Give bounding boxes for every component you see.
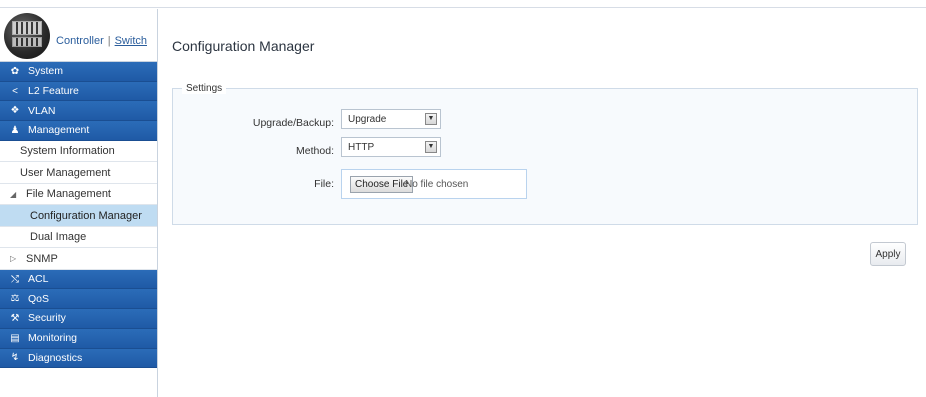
sidebar-item-label: System [28,65,64,78]
sidebar-subitem-label: SNMP [26,252,58,265]
qos-icon: ⚖ [10,293,20,305]
mode-switcher: Controller | Switch [56,35,147,47]
switch-ports-image-lower [12,37,42,47]
sidebar-item-label: Management [28,124,90,137]
switch-link[interactable]: Switch [115,35,147,47]
sidebar-item-monitoring[interactable]: ▤ Monitoring [0,328,157,349]
file-label: File: [314,178,334,190]
method-value: HTTP [348,141,375,153]
sidebar-item-label: QoS [28,292,50,305]
sidebar-subitem-label: System Information [20,145,115,157]
sidebar-subitem-snmp[interactable]: ▷ SNMP [0,248,157,270]
page-title: Configuration Manager [172,38,315,54]
sidebar-subitem-label: Dual Image [30,231,87,243]
sidebar-item-diagnostics[interactable]: ↯ Diagnostics [0,348,157,369]
top-divider [0,7,926,8]
sidebar-item-management[interactable]: ♟ Management [0,121,157,141]
choose-file-button[interactable]: Choose File [350,176,414,193]
chevron-down-icon[interactable]: ▼ [425,141,437,153]
switch-ports-image [12,21,42,35]
sidebar-subitem-user-management[interactable]: User Management [0,162,157,184]
sidebar-item-vlan[interactable]: ❖ VLAN [0,101,157,122]
diagnostics-icon: ↯ [10,352,20,364]
sidebar: Controller | Switch ✿ System < L2 Feature … [0,9,158,397]
sidebar-item-security[interactable]: ⚒ Security [0,309,157,329]
sidebar-item-label: Diagnostics [28,351,83,364]
controller-link[interactable]: Controller [56,35,104,47]
sidebar-item-system[interactable]: ✿ System [0,62,157,82]
upgrade-backup-label: Upgrade/Backup: [252,117,334,129]
share-icon: < [12,85,18,97]
no-file-text: No file chosen [405,179,469,190]
sidebar-subitem-label: User Management [20,166,111,179]
sidebar-subitem-configuration-manager[interactable]: Configuration Manager [0,205,157,227]
sidebar-item-label: VLAN [28,104,56,117]
sidebar-item-qos[interactable]: ⚖ QoS [0,289,157,310]
network-icon: ❖ [10,105,20,117]
chevron-down-icon[interactable]: ▼ [425,113,437,125]
sidebar-item-acl[interactable]: ⤭ ACL [0,269,157,290]
user-icon: ♟ [10,124,20,136]
method-select[interactable]: HTTP ▼ [341,137,441,157]
wrench-icon: ⚒ [10,312,20,324]
upgrade-backup-value: Upgrade [348,113,387,125]
upgrade-backup-select[interactable]: Upgrade ▼ [341,109,441,129]
expanded-triangle-icon: ◢ [10,189,17,199]
file-input[interactable]: Choose File No file chosen [341,169,527,199]
sidebar-item-l2-feature[interactable]: < L2 Feature [0,81,157,102]
collapsed-triangle-icon: ▷ [10,254,17,263]
sidebar-subitem-file-management[interactable]: ◢ File Management [0,183,157,206]
sidebar-item-label: L2 Feature [28,85,79,98]
settings-legend: Settings [182,83,227,94]
method-label: Method: [296,145,334,157]
shuffle-icon: ⤭ [11,273,19,285]
brand-header: Controller | Switch [0,9,157,62]
sidebar-item-label: Security [28,312,66,325]
sidebar-subitem-label: File Management [26,188,111,200]
sidebar-subitem-label: Configuration Manager [30,209,142,222]
monitor-icon: ▤ [10,332,20,344]
sidebar-subitem-system-information[interactable]: System Information [0,140,157,163]
gear-icon: ✿ [10,65,20,77]
apply-button[interactable]: Apply [870,242,906,266]
device-logo [4,13,50,59]
sidebar-item-label: Monitoring [28,332,78,345]
sidebar-item-label: ACL [28,273,49,286]
mode-separator: | [107,35,111,47]
sidebar-subitem-dual-image[interactable]: Dual Image [0,226,157,249]
